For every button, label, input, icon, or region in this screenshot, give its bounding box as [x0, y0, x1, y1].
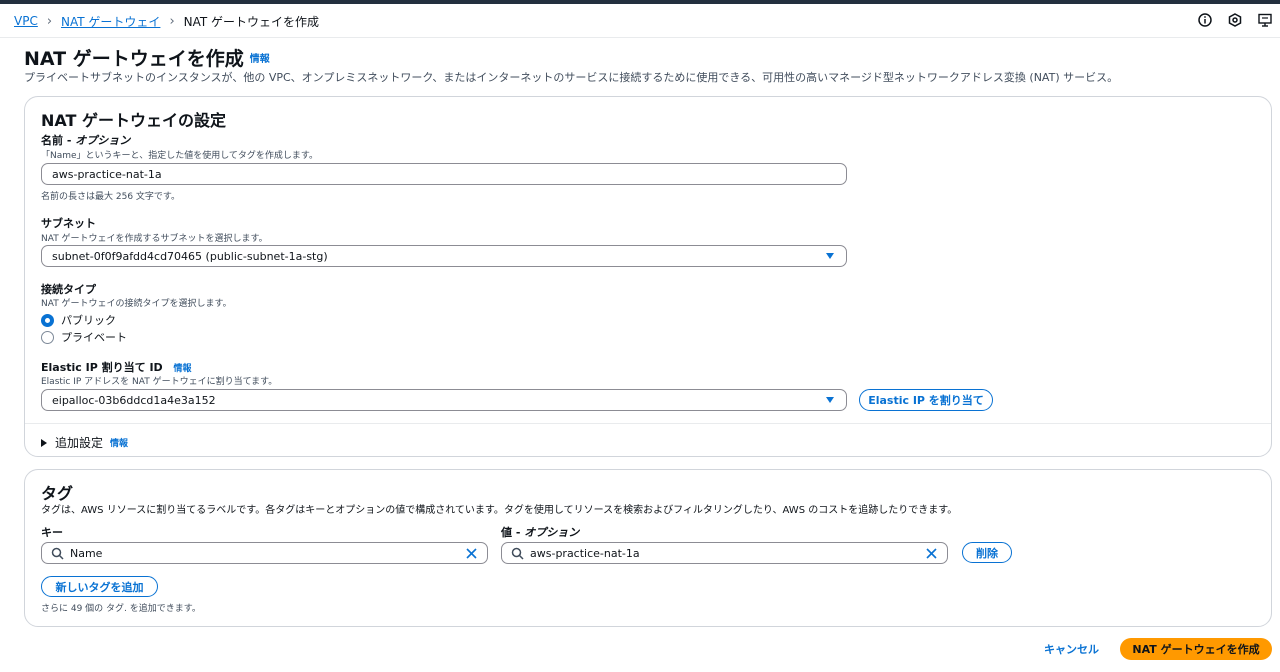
- name-hint: 名前の長さは最大 256 文字です。: [41, 192, 181, 202]
- radio-public[interactable]: パブリック: [41, 312, 116, 328]
- breadcrumb: VPC › NAT ゲートウェイ › NAT ゲートウェイを作成: [14, 12, 319, 30]
- breadcrumb-nat-gateways-link[interactable]: NAT ゲートウェイ: [61, 13, 160, 30]
- name-input[interactable]: aws-practice-nat-1a: [41, 163, 847, 185]
- radio-private[interactable]: プライベート: [41, 329, 127, 345]
- nat-settings-title: NAT ゲートウェイの設定: [41, 111, 227, 130]
- name-description: 「Name」というキーと、指定した値を使用してタグを作成します。: [41, 151, 319, 161]
- chevron-right-icon: ›: [169, 13, 175, 29]
- tags-description: タグは、AWS リソースに割り当てるラベルです。各タグはキーとオプションの値で構…: [41, 505, 958, 516]
- allocate-eip-button[interactable]: Elastic IP を割り当て: [859, 389, 993, 411]
- search-icon: [511, 547, 524, 563]
- connectivity-description: NAT ゲートウェイの接続タイプを選択します。: [41, 299, 232, 309]
- radio-private-button[interactable]: [41, 330, 54, 344]
- name-label: 名前 - オプション: [41, 134, 131, 147]
- close-icon[interactable]: [465, 547, 478, 563]
- name-label-text: 名前: [41, 134, 63, 147]
- chevron-right-icon: ›: [46, 13, 53, 29]
- settings-hex-icon[interactable]: [1226, 11, 1244, 29]
- connectivity-label: 接続タイプ: [41, 283, 96, 296]
- create-nat-gateway-button[interactable]: NAT ゲートウェイを作成: [1120, 638, 1272, 660]
- tag-key-label: キー: [41, 526, 63, 539]
- eip-info-link[interactable]: 情報: [174, 364, 192, 374]
- additional-settings-info-link[interactable]: 情報: [110, 436, 128, 449]
- name-label-optional: オプション: [75, 134, 131, 147]
- eip-label-text: Elastic IP 割り当て ID: [41, 361, 163, 374]
- breadcrumb-current: NAT ゲートウェイを作成: [183, 14, 320, 29]
- info-circle-icon[interactable]: [1196, 11, 1214, 29]
- nat-settings-card: NAT ゲートウェイの設定 名前 - オプション 「Name」というキーと、指定…: [24, 96, 1272, 457]
- eip-description: Elastic IP アドレスを NAT ゲートウェイに割り当てます。: [41, 377, 278, 387]
- additional-settings-toggle[interactable]: 追加設定 情報: [41, 434, 128, 451]
- caret-down-icon: [826, 397, 834, 403]
- caret-right-icon: [41, 438, 47, 447]
- remove-tag-button[interactable]: 削除: [962, 542, 1012, 563]
- subnet-description: NAT ゲートウェイを作成するサブネットを選択します。: [41, 234, 268, 244]
- tag-value-label: 値 - オプション: [501, 526, 580, 539]
- page-title: NAT ゲートウェイを作成 情報: [24, 44, 270, 71]
- page-title-text: NAT ゲートウェイを作成: [24, 48, 244, 70]
- additional-settings-label: 追加設定: [55, 436, 104, 450]
- page-info-link[interactable]: 情報: [250, 54, 270, 65]
- caret-down-icon: [826, 253, 834, 259]
- header-divider: [0, 37, 1280, 38]
- add-tag-button[interactable]: 新しいタグを追加: [41, 576, 158, 597]
- eip-select-value: eipalloc-03b6ddcd1a4e3a152: [52, 393, 216, 407]
- radio-private-label: プライベート: [61, 331, 127, 344]
- tags-remaining: さらに 49 個の タグ. を追加できます。: [41, 604, 201, 614]
- tag-value-input[interactable]: aws-practice-nat-1a: [501, 542, 948, 564]
- section-divider: [25, 423, 1271, 424]
- tags-card: タグ タグは、AWS リソースに割り当てるラベルです。各タグはキーとオプションの…: [24, 469, 1272, 627]
- top-bar: [0, 0, 1280, 4]
- subnet-select[interactable]: subnet-0f0f9afdd4cd70465 (public-subnet-…: [41, 245, 847, 267]
- name-input-value: aws-practice-nat-1a: [52, 167, 162, 181]
- breadcrumb-vpc-link[interactable]: VPC: [14, 14, 38, 28]
- close-icon[interactable]: [925, 547, 938, 563]
- page-description: プライベートサブネットのインスタンスが、他の VPC、オンプレミスネットワーク、…: [24, 71, 1119, 84]
- subnet-select-value: subnet-0f0f9afdd4cd70465 (public-subnet-…: [52, 249, 328, 263]
- radio-public-label: パブリック: [61, 314, 116, 327]
- tag-value-label-text: 値: [501, 526, 512, 539]
- eip-select[interactable]: eipalloc-03b6ddcd1a4e3a152: [41, 389, 847, 411]
- subnet-label: サブネット: [41, 217, 96, 230]
- cancel-button[interactable]: キャンセル: [1044, 641, 1099, 657]
- feedback-icon[interactable]: [1256, 11, 1274, 29]
- search-icon: [51, 547, 64, 563]
- radio-public-button[interactable]: [41, 313, 54, 327]
- eip-label: Elastic IP 割り当て ID 情報: [41, 359, 192, 375]
- tag-value-label-optional: オプション: [524, 526, 580, 539]
- tag-key-input[interactable]: Name: [41, 542, 488, 564]
- top-icons: [1196, 11, 1274, 29]
